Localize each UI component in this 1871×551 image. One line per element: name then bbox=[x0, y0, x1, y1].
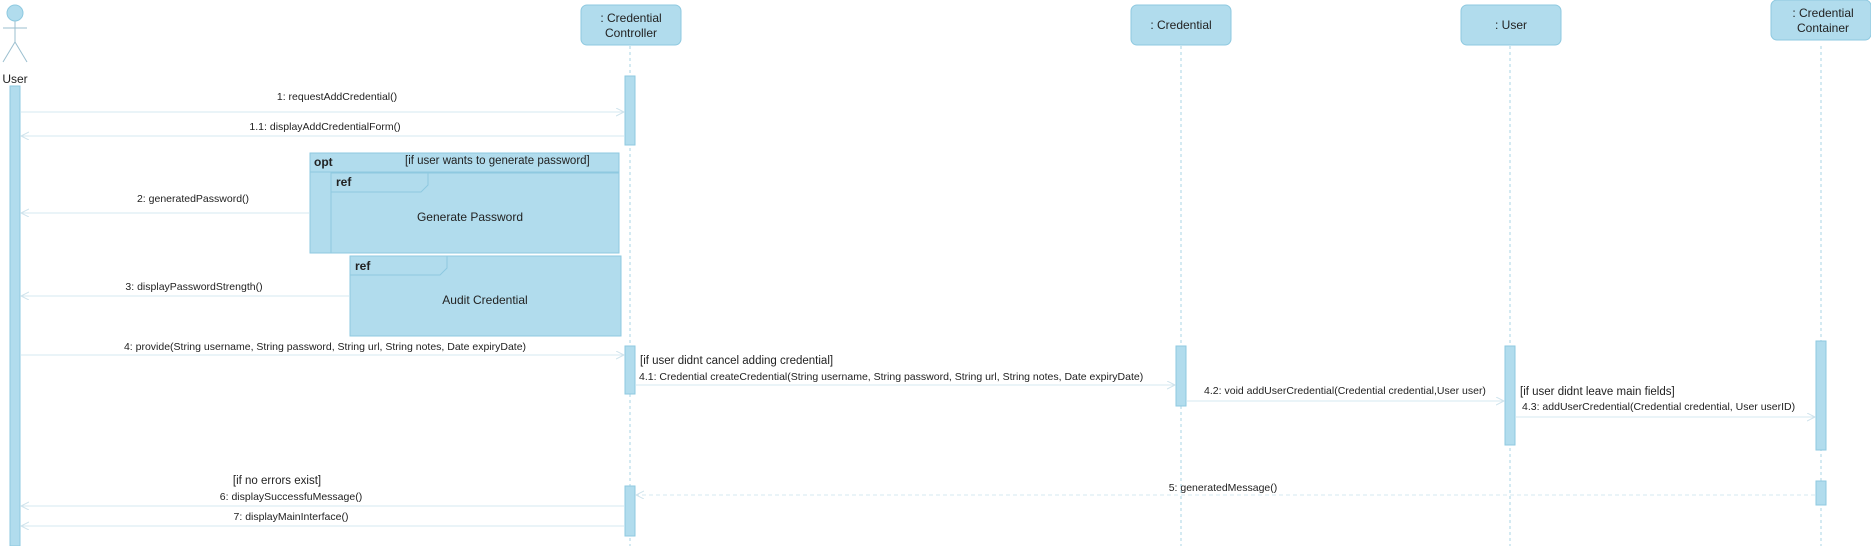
activation-credential bbox=[1175, 345, 1187, 407]
actor-left-leg bbox=[2, 41, 16, 63]
actor-user[interactable]: User bbox=[2, 4, 28, 86]
lifeline-header-container[interactable]: : Credential Container bbox=[1770, 0, 1871, 41]
label-m3: 3: displayPasswordStrength() bbox=[125, 281, 262, 293]
lifeline-header-credential[interactable]: : Credential bbox=[1130, 4, 1232, 46]
user-header-line1: : User bbox=[1495, 18, 1527, 32]
controller-header-line2: Controller bbox=[605, 26, 657, 40]
actor-head bbox=[6, 4, 24, 22]
ref1-keyword: ref bbox=[336, 175, 352, 189]
ref1-name: Generate Password bbox=[417, 210, 523, 224]
container-header-line1: : Credential bbox=[1792, 6, 1853, 20]
guard-6: [if no errors exist] bbox=[233, 475, 321, 487]
ref2-name: Audit Credential bbox=[442, 293, 527, 307]
activation-actor bbox=[9, 85, 21, 547]
container-header-line2: Container bbox=[1797, 21, 1849, 35]
activation-controller-1 bbox=[624, 75, 636, 146]
label-m4-1: 4.1: Credential createCredential(String … bbox=[639, 371, 1143, 383]
sequence-diagram: User : Credential Controller : Credentia… bbox=[2, 0, 1871, 547]
activation-container-2 bbox=[1815, 480, 1827, 506]
label-m7: 7: displayMainInterface() bbox=[234, 511, 349, 523]
opt-keyword: opt bbox=[314, 155, 333, 169]
ref2-keyword: ref bbox=[355, 259, 371, 273]
actor-label: User bbox=[2, 72, 27, 86]
actor-right-leg bbox=[14, 41, 28, 63]
label-m4-2: 4.2: void addUserCredential(Credential c… bbox=[1204, 385, 1486, 397]
activation-controller-3 bbox=[624, 485, 636, 537]
opt-guard: [if user wants to generate password] bbox=[405, 155, 590, 167]
label-m5: 5: generatedMessage() bbox=[1169, 482, 1278, 494]
label-m1-1: 1.1: displayAddCredentialForm() bbox=[249, 121, 400, 133]
label-m2: 2: generatedPassword() bbox=[137, 193, 249, 205]
lifeline-header-user[interactable]: : User bbox=[1460, 4, 1562, 46]
label-m1: 1: requestAddCredential() bbox=[277, 91, 397, 103]
activation-container-1 bbox=[1815, 340, 1827, 451]
credential-header-line1: : Credential bbox=[1150, 18, 1211, 32]
activation-user bbox=[1504, 345, 1516, 446]
label-m6: 6: displaySuccessfuMessage() bbox=[220, 491, 362, 503]
label-m4-3: 4.3: addUserCredential(Credential creden… bbox=[1522, 401, 1795, 413]
guard-4-1: [if user didnt cancel adding credential] bbox=[640, 355, 833, 367]
controller-header-line1: : Credential bbox=[600, 11, 661, 25]
activation-controller-2 bbox=[624, 345, 636, 395]
fragment-ref-audit-credential[interactable]: ref Audit Credential bbox=[349, 255, 622, 337]
guard-4-3: [if user didnt leave main fields] bbox=[1520, 386, 1675, 398]
lifeline-header-controller[interactable]: : Credential Controller bbox=[580, 4, 682, 46]
label-m4: 4: provide(String username, String passw… bbox=[124, 341, 526, 353]
sequence-diagram-canvas: User : Credential Controller : Credentia… bbox=[0, 0, 1871, 547]
fragment-ref-generate-password[interactable]: ref Generate Password bbox=[330, 172, 620, 254]
